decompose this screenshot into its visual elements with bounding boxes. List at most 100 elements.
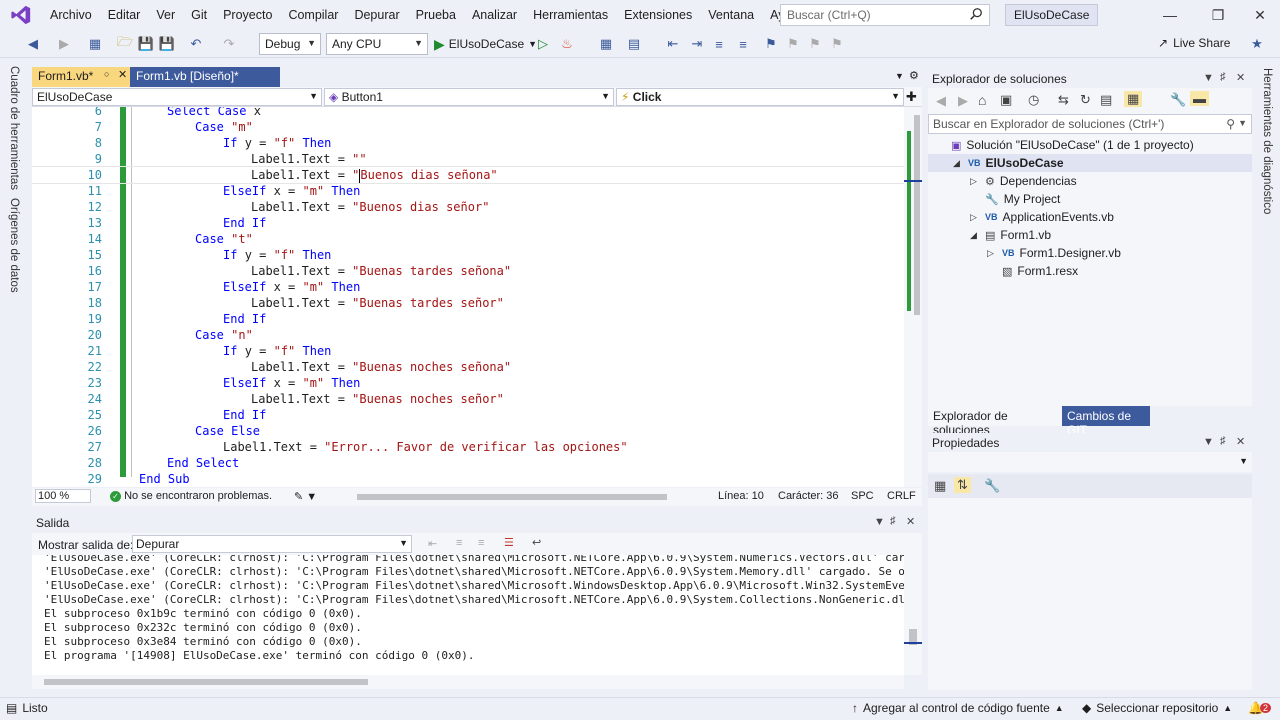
line-ending-indicator[interactable]: CRLF <box>887 490 916 502</box>
tab-solution-explorer[interactable]: Explorador de soluciones <box>928 406 1062 437</box>
switch-views-icon[interactable]: ▣ <box>1000 92 1012 108</box>
output-vertical-scrollbar[interactable] <box>904 555 922 675</box>
clear-all-icon[interactable]: ☰ <box>504 536 514 549</box>
start-debugging-button[interactable]: ▶ ElUsoDeCase ▼ <box>434 33 537 55</box>
tab-form1-design[interactable]: Form1.vb [Diseño]* <box>130 67 280 87</box>
toolbox-tab[interactable]: Cuadro de herramientas <box>8 66 20 190</box>
select-repository-button[interactable]: ◆ Seleccionar repositorio ▲ <box>1082 701 1232 715</box>
back-icon[interactable]: ◀ <box>936 93 946 109</box>
bookmark-icon[interactable]: ⚑ <box>762 35 780 53</box>
scrollbar-thumb[interactable] <box>44 679 368 685</box>
code-line[interactable]: 27 Label1.Text = "Error... Favor de verif… <box>32 439 904 455</box>
expand-chevron-icon[interactable]: ▷ <box>970 212 980 223</box>
close-tab-icon[interactable]: ✕ <box>118 68 127 81</box>
close-window-button[interactable]: ✕ <box>1238 0 1280 30</box>
configuration-select[interactable]: Debug ▼ <box>259 33 321 55</box>
add-to-source-control-button[interactable]: ↑ Agregar al control de código fuente ▲ <box>852 701 1064 715</box>
collapse-all-icon[interactable]: ▤ <box>1100 92 1112 108</box>
menu-item-depurar[interactable]: Depurar <box>346 0 407 30</box>
menu-item-extensiones[interactable]: Extensiones <box>616 0 700 30</box>
menu-item-compilar[interactable]: Compilar <box>280 0 346 30</box>
tree-item[interactable]: ▣ Solución "ElUsoDeCase" (1 de 1 proyecto… <box>936 136 1194 154</box>
refresh-icon[interactable]: ↻ <box>1080 92 1091 108</box>
outdent-icon[interactable]: ⇥ <box>688 35 706 53</box>
notifications-button[interactable]: 🔔 2 <box>1248 701 1271 715</box>
show-all-files-icon[interactable]: ▦ <box>1124 91 1143 107</box>
tree-item[interactable]: ▷ VB Form1.Designer.vb <box>987 244 1121 262</box>
gear-icon[interactable]: ⚙ <box>909 69 919 82</box>
output-source-select[interactable]: Depurar ▼ <box>132 535 412 553</box>
maximize-button[interactable]: ❐ <box>1196 0 1240 30</box>
open-folder-icon[interactable]: 🗁 <box>116 34 134 53</box>
new-project-icon[interactable]: ▦ <box>86 35 104 53</box>
code-line[interactable]: 23 ElseIf x = "m" Then <box>32 375 904 391</box>
code-line[interactable]: 14 Case "t" <box>32 231 904 247</box>
diagnostic-tools-tab[interactable]: Herramientas de diagnóstico <box>1261 68 1273 214</box>
property-pages-icon[interactable]: 🔧 <box>984 478 1000 494</box>
project-combo[interactable]: ElUsoDeCase ▼ <box>32 88 322 106</box>
tree-item[interactable]: ▷ ⚙ Dependencias <box>970 172 1077 190</box>
code-line[interactable]: 16 Label1.Text = "Buenas tardes señona" <box>32 263 904 279</box>
redo-icon[interactable]: ↷ <box>220 35 238 53</box>
pin-icon[interactable]: ♯ <box>1220 71 1226 83</box>
platform-select[interactable]: Any CPU ▼ <box>326 33 428 55</box>
feedback-icon[interactable]: ★ <box>1248 35 1266 53</box>
code-line[interactable]: 11 ElseIf x = "m" Then <box>32 183 904 199</box>
tree-item[interactable]: ◢ ▤ Form1.vb <box>970 226 1051 244</box>
clear-bookmarks-icon[interactable]: ⚑ <box>828 35 846 53</box>
toolbar-layout-icon[interactable]: ▦ <box>597 35 615 53</box>
next-bookmark-icon[interactable]: ⚑ <box>806 35 824 53</box>
tree-item[interactable]: ▧ Form1.resx <box>987 262 1078 280</box>
prev-bookmark-icon[interactable]: ⚑ <box>784 35 802 53</box>
scrollbar-thumb[interactable] <box>914 115 920 315</box>
code-editor[interactable]: 6 Select Case x 7 Case "m" 8 If y = "f" Then 9… <box>32 107 904 487</box>
pin-icon[interactable]: ♯ <box>890 515 896 527</box>
indent-icon[interactable]: ⇤ <box>664 35 682 53</box>
categorized-icon[interactable]: ▦ <box>934 478 946 494</box>
chevron-down-icon[interactable]: ▼ <box>874 516 885 528</box>
split-window-icon[interactable]: ✚ <box>906 89 917 105</box>
code-line[interactable]: 21 If y = "f" Then <box>32 343 904 359</box>
forward-icon[interactable]: ▶ <box>958 93 968 109</box>
prev-message-icon[interactable]: ≡ <box>456 537 462 549</box>
whitespace-indicator[interactable]: SPC <box>851 490 874 502</box>
pin-icon[interactable]: ○ <box>104 69 109 79</box>
search-input[interactable]: Buscar (Ctrl+Q) <box>780 4 990 26</box>
output-text-area[interactable]: 'ElUsoDeCase.exe' (CoreCLR: clrhost): 'C… <box>32 555 904 675</box>
undo-icon[interactable]: ↶ <box>187 35 205 53</box>
menu-item-archivo[interactable]: Archivo <box>42 0 100 30</box>
menu-item-editar[interactable]: Editar <box>100 0 149 30</box>
horizontal-scrollbar-thumb[interactable] <box>357 494 667 500</box>
code-line[interactable]: 9 Label1.Text = "" <box>32 151 904 167</box>
solution-title[interactable]: ElUsoDeCase <box>1005 4 1099 26</box>
editor-scrollbar[interactable] <box>904 107 922 487</box>
code-line[interactable]: 12 Label1.Text = "Buenos dias señor" <box>32 199 904 215</box>
code-cleanup-icon[interactable]: ✎ ▼ <box>294 490 317 503</box>
next-message-icon[interactable]: ≡ <box>478 537 484 549</box>
solution-search-input[interactable]: Buscar en Explorador de soluciones (Ctrl… <box>928 114 1252 134</box>
code-line[interactable]: 7 Case "m" <box>32 119 904 135</box>
navigate-forward-icon[interactable]: ▶ <box>55 35 73 53</box>
expand-chevron-icon[interactable]: ▷ <box>987 248 997 259</box>
menu-item-analizar[interactable]: Analizar <box>464 0 525 30</box>
menu-item-ver[interactable]: Ver <box>148 0 183 30</box>
chevron-down-icon[interactable]: ▼ <box>1203 436 1214 448</box>
code-line[interactable]: 29 End Sub <box>32 471 904 487</box>
code-line[interactable]: 26 Case Else <box>32 423 904 439</box>
find-message-icon[interactable]: ⇤ <box>428 537 437 550</box>
align-icon[interactable]: ≡ <box>710 35 728 53</box>
tab-overflow-icon[interactable]: ▼ <box>895 71 904 81</box>
code-line[interactable]: 19 End If <box>32 311 904 327</box>
object-combo[interactable]: ◈ Button1 ▼ <box>324 88 614 106</box>
problems-indicator[interactable]: ✓ No se encontraron problemas. <box>110 490 272 502</box>
word-wrap-icon[interactable]: ↩ <box>532 536 541 549</box>
menu-item-git[interactable]: Git <box>183 0 215 30</box>
code-line[interactable]: 25 End If <box>32 407 904 423</box>
output-horizontal-scrollbar[interactable] <box>32 675 904 689</box>
properties-object-combo[interactable]: ▼ <box>928 452 1252 472</box>
properties-icon[interactable]: 🔧 <box>1170 92 1186 108</box>
chevron-down-icon[interactable]: ▼ <box>1203 72 1214 84</box>
menu-item-ventana[interactable]: Ventana <box>700 0 762 30</box>
code-line[interactable]: 18 Label1.Text = "Buenas tardes señor" <box>32 295 904 311</box>
tree-item[interactable]: ◢ VB ElUsoDeCase <box>928 154 1252 172</box>
